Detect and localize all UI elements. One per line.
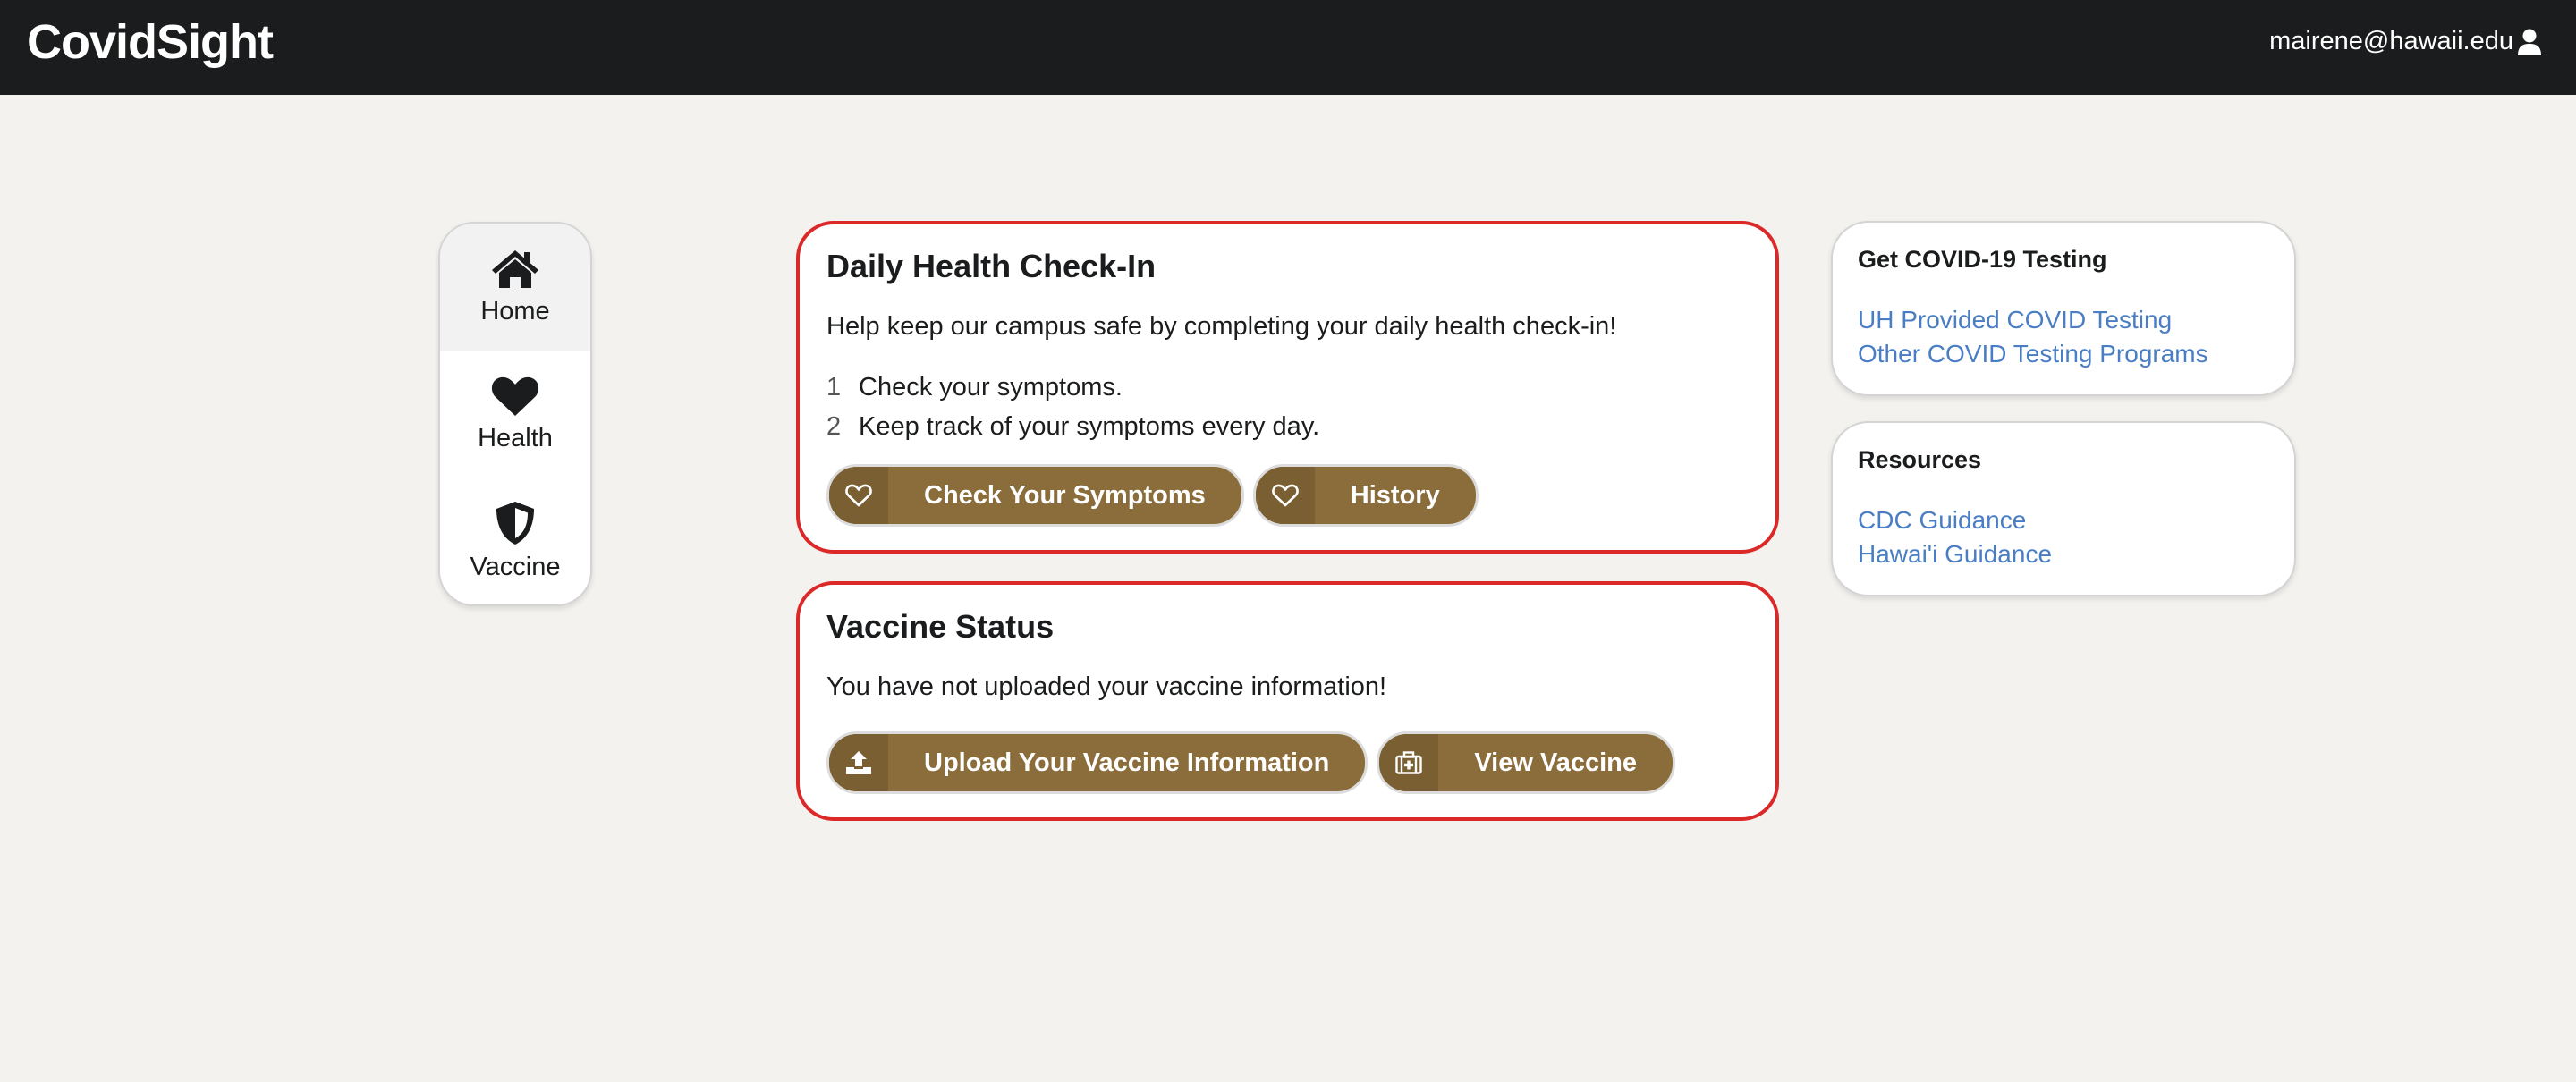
sidebar-item-label: Home (480, 296, 550, 325)
resources-links: CDC Guidance Hawai'i Guidance (1858, 503, 2052, 571)
upload-vaccine-button[interactable]: Upload Your Vaccine Information (826, 731, 1368, 794)
vaccine-button-row: Upload Your Vaccine Information View Vac… (826, 731, 1675, 794)
step-text: Keep track of your symptoms every day. (859, 412, 1320, 441)
sidebar-item-label: Health (478, 423, 553, 452)
checkin-button-row: Check Your Symptoms History (826, 464, 1479, 527)
card-title: Get COVID-19 Testing (1858, 246, 2107, 273)
button-label: View Vaccine (1474, 748, 1637, 777)
brand-logo[interactable]: CovidSight (27, 14, 274, 70)
other-testing-link[interactable]: Other COVID Testing Programs (1858, 337, 2208, 371)
steps-list: 1 Check your symptoms. 2 Keep track of y… (826, 368, 1319, 446)
home-icon (492, 249, 538, 288)
top-navbar: CovidSight mairene@hawaii.edu (0, 0, 2576, 95)
medkit-icon (1379, 734, 1439, 791)
side-menu: Home Health Vaccine (438, 222, 592, 606)
cdc-guidance-link[interactable]: CDC Guidance (1858, 503, 2052, 537)
resources-card: Resources CDC Guidance Hawai'i Guidance (1831, 421, 2296, 596)
heart-outline-icon (829, 467, 888, 524)
button-label: Upload Your Vaccine Information (924, 748, 1330, 777)
daily-checkin-card: Daily Health Check-In Help keep our camp… (796, 221, 1779, 554)
view-vaccine-button[interactable]: View Vaccine (1377, 731, 1675, 794)
card-title: Resources (1858, 446, 1982, 473)
testing-card: Get COVID-19 Testing UH Provided COVID T… (1831, 221, 2296, 396)
sidebar-item-vaccine[interactable]: Vaccine (440, 478, 590, 604)
list-item: 2 Keep track of your symptoms every day. (826, 407, 1319, 446)
card-title: Daily Health Check-In (826, 248, 1157, 284)
sidebar-item-health[interactable]: Health (440, 351, 590, 478)
upload-icon (829, 734, 888, 791)
heart-outline-icon (1255, 467, 1315, 524)
step-number: 1 (826, 373, 842, 402)
shield-icon (496, 501, 534, 545)
history-button[interactable]: History (1252, 464, 1479, 527)
step-text: Check your symptoms. (859, 373, 1123, 402)
user-icon (2518, 29, 2541, 55)
card-title: Vaccine Status (826, 608, 1055, 645)
button-label: Check Your Symptoms (924, 480, 1206, 510)
sidebar-item-label: Vaccine (470, 552, 561, 581)
check-symptoms-button[interactable]: Check Your Symptoms (826, 464, 1244, 527)
list-item: 1 Check your symptoms. (826, 368, 1319, 407)
hawaii-guidance-link[interactable]: Hawai'i Guidance (1858, 537, 2052, 571)
step-number: 2 (826, 412, 842, 441)
sidebar-item-home[interactable]: Home (440, 224, 590, 351)
user-menu[interactable]: mairene@hawaii.edu (2269, 27, 2542, 56)
testing-links: UH Provided COVID Testing Other COVID Te… (1858, 303, 2208, 371)
vaccine-status-card: Vaccine Status You have not uploaded you… (796, 581, 1779, 821)
button-label: History (1350, 480, 1440, 510)
heart-icon (491, 376, 539, 416)
card-description: You have not uploaded your vaccine infor… (826, 672, 1387, 701)
card-description: Help keep our campus safe by completing … (826, 312, 1617, 341)
uh-testing-link[interactable]: UH Provided COVID Testing (1858, 303, 2208, 337)
user-email[interactable]: mairene@hawaii.edu (2269, 27, 2513, 56)
